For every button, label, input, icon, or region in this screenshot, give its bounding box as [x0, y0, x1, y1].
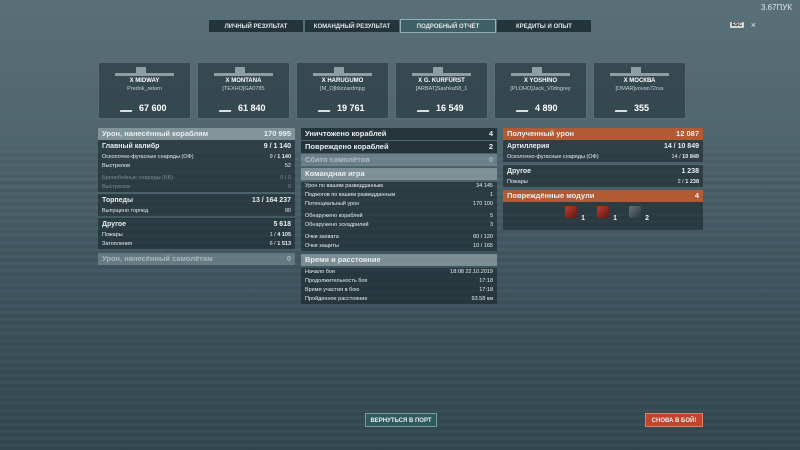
module-list: 1 1 2 [503, 202, 703, 222]
modules-box: 1 1 2 [503, 202, 703, 230]
artillery-row: Артиллерия 14 / 10 849 [507, 143, 699, 150]
player-name: [ARBAT]Sashka58_1 [415, 86, 468, 92]
ship-cards: X MIDWAY Predok_return 67 600 X MONTANA … [98, 62, 686, 119]
ship-damage: 67 600 [139, 103, 167, 113]
damage-planes-header: Урон, нанесённый самолётам 0 [98, 253, 295, 265]
ship-name: X YOSHINO [523, 78, 558, 84]
defense-row: Очки защиты 10 / 165 [305, 243, 493, 249]
spot-dmg-row: Урон по вашим разведданным 34 145 [305, 183, 493, 189]
damaged-header: Повреждено кораблей 2 [301, 141, 497, 153]
player-name: [PLOHO]Jack_V0dogrey [510, 86, 571, 92]
ap-row: Бронебойные снаряды (ББ) 0 / 0 [102, 175, 291, 181]
team-stats-panel: Уничтожено кораблей 4 Повреждено кораблей… [301, 128, 497, 304]
torpedo-tube-damaged-icon [597, 206, 609, 218]
damage-icon [317, 105, 333, 112]
battle-again-button[interactable]: СНОВА В БОЙ! [645, 413, 703, 427]
ship-card[interactable]: X YOSHINO [PLOHO]Jack_V0dogrey 4 890 [494, 62, 587, 119]
teamplay-header: Командная игра [301, 168, 497, 180]
turret-damaged-icon [565, 206, 577, 218]
tab-bar: ЛИЧНЫЙ РЕЗУЛЬТАТ КОМАНДНЫЙ РЕЗУЛЬТАТ ПОД… [208, 19, 592, 33]
spotted-ships-row: Обнаружено кораблей 5 [305, 213, 493, 219]
ap-shots-row: Выстрелов 0 [102, 184, 291, 190]
teamplay-box: Урон по вашим разведданным 34 145 Поджого… [301, 182, 497, 251]
damage-icon [218, 105, 234, 112]
floods-row: Затопления 6 / 1 513 [102, 241, 291, 247]
received-other-box: Другое 1 238 Пожары 2 / 1 238 [503, 165, 703, 187]
spot-fires-row: Поджогов по вашим разведданным 1 [305, 192, 493, 198]
modules-header: Повреждённые модули 4 [503, 190, 703, 202]
close-icon[interactable]: × [751, 20, 756, 30]
torps-fired-row: Выпущено торпед 90 [102, 208, 291, 214]
ship-silhouette-icon [313, 67, 372, 76]
ship-silhouette-icon [412, 67, 471, 76]
module-item: 2 [627, 206, 649, 222]
destroyed-header: Уничтожено кораблей 4 [301, 128, 497, 140]
ship-damage: 61 840 [238, 103, 266, 113]
damage-icon [614, 105, 630, 112]
ship-damage: 4 890 [535, 103, 558, 113]
ship-silhouette-icon [610, 67, 669, 76]
artillery-box: Артиллерия 14 / 10 849 Осколочно-фугасные… [503, 140, 703, 162]
module-item: 1 [563, 206, 585, 222]
time-header: Время и расстояние [301, 254, 497, 266]
fires-row: Пожары 1 / 4 105 [102, 232, 291, 238]
tab-detailed[interactable]: ПОДРОБНЫЙ ОТЧЁТ [400, 19, 496, 33]
other-box: Другое 5 618 Пожары 1 / 4 105 Затопления 6 … [98, 218, 295, 249]
potential-row: Потенциальный урон 170 100 [305, 201, 493, 207]
damage-icon [515, 105, 531, 112]
ship-damage: 19 761 [337, 103, 365, 113]
time-box: Начало боя 18:08 22.10.2019 Продолжительн… [301, 268, 497, 304]
distance-row: Пройденное расстояние 93.58 км [305, 296, 493, 302]
ship-name: X HARUGUMO [321, 78, 364, 84]
other-row: Другое 5 618 [102, 221, 291, 228]
player-name: [OMAR]vovan72rus [615, 86, 664, 92]
main-caliber-row: Главный калибр 9 / 1 140 [102, 143, 291, 150]
ship-card[interactable]: X G. KURFÜRST [ARBAT]Sashka58_1 16 549 [395, 62, 488, 119]
torpedoes-row: Торпеды 13 / 164 237 [102, 197, 291, 204]
ship-name: X G. KURFÜRST [418, 78, 465, 84]
ship-silhouette-icon [511, 67, 570, 76]
he-shots-row: Выстрелов 52 [102, 163, 291, 169]
ship-silhouette-icon [115, 67, 174, 76]
participation-row: Время участия в бою 17:18 [305, 287, 493, 293]
received-he-row: Осколочно-фугасные снаряды (ОФ) 14 / 10 8… [507, 154, 699, 160]
damage-dealt-panel: Урон, нанесённый кораблям 170 995 Главный… [98, 128, 295, 265]
ship-card[interactable]: X МОСКВА [OMAR]vovan72rus 355 [593, 62, 686, 119]
ship-damage: 16 549 [436, 103, 464, 113]
start-row: Начало боя 18:08 22.10.2019 [305, 269, 493, 275]
damage-icon [119, 105, 135, 112]
torpedoes-box: Торпеды 13 / 164 237 Выпущено торпед 90 [98, 194, 295, 216]
player-name: [M_O]blizzardmpg [320, 86, 365, 92]
ship-name: X MIDWAY [129, 78, 160, 84]
he-row: Осколочно-фугасные снаряды (ОФ) 9 / 1 140 [102, 154, 291, 160]
damage-icon [416, 105, 432, 112]
damage-received-panel: Полученный урон 12 087 Артиллерия 14 / 10 … [503, 128, 703, 230]
received-other-row: Другое 1 238 [507, 168, 699, 175]
main-caliber-box: Главный калибр 9 / 1 140 Осколочно-фугасн… [98, 140, 295, 192]
ship-card[interactable]: X MIDWAY Predok_return 67 600 [98, 62, 191, 119]
damage-ships-header: Урон, нанесённый кораблям 170 995 [98, 128, 295, 140]
aa-gun-damaged-icon [629, 206, 641, 218]
ship-name: X МОСКВА [623, 78, 656, 84]
planes-header: Сбито самолётов 0 [301, 154, 497, 166]
ship-damage: 355 [634, 103, 650, 113]
received-fires-row: Пожары 2 / 1 238 [507, 179, 699, 185]
ship-silhouette-icon [214, 67, 273, 76]
module-item: 1 [595, 206, 617, 222]
duration-row: Продолжительность боя 17:18 [305, 278, 493, 284]
esc-key-hint[interactable]: ESC [729, 22, 744, 28]
ship-card[interactable]: X HARUGUMO [M_O]blizzardmpg 19 761 [296, 62, 389, 119]
capture-row: Очки захвата 60 / 120 [305, 234, 493, 240]
tab-personal[interactable]: ЛИЧНЫЙ РЕЗУЛЬТАТ [208, 19, 304, 33]
tab-team[interactable]: КОМАНДНЫЙ РЕЗУЛЬТАТ [304, 19, 400, 33]
tab-credits[interactable]: КРЕДИТЫ И ОПЫТ [496, 19, 592, 33]
ship-name: X MONTANA [225, 78, 262, 84]
ship-card[interactable]: X MONTANA [TEXHO]GA0785 61 840 [197, 62, 290, 119]
return-to-port-button[interactable]: ВЕРНУТЬСЯ В ПОРТ [365, 413, 437, 427]
client-version: 3.67ПУК [760, 3, 792, 12]
player-name: [TEXHO]GA0785 [222, 86, 265, 92]
received-header: Полученный урон 12 087 [503, 128, 703, 140]
player-name: Predok_return [127, 86, 162, 92]
spotted-sq-row: Обнаружено эскадрилий 3 [305, 222, 493, 228]
